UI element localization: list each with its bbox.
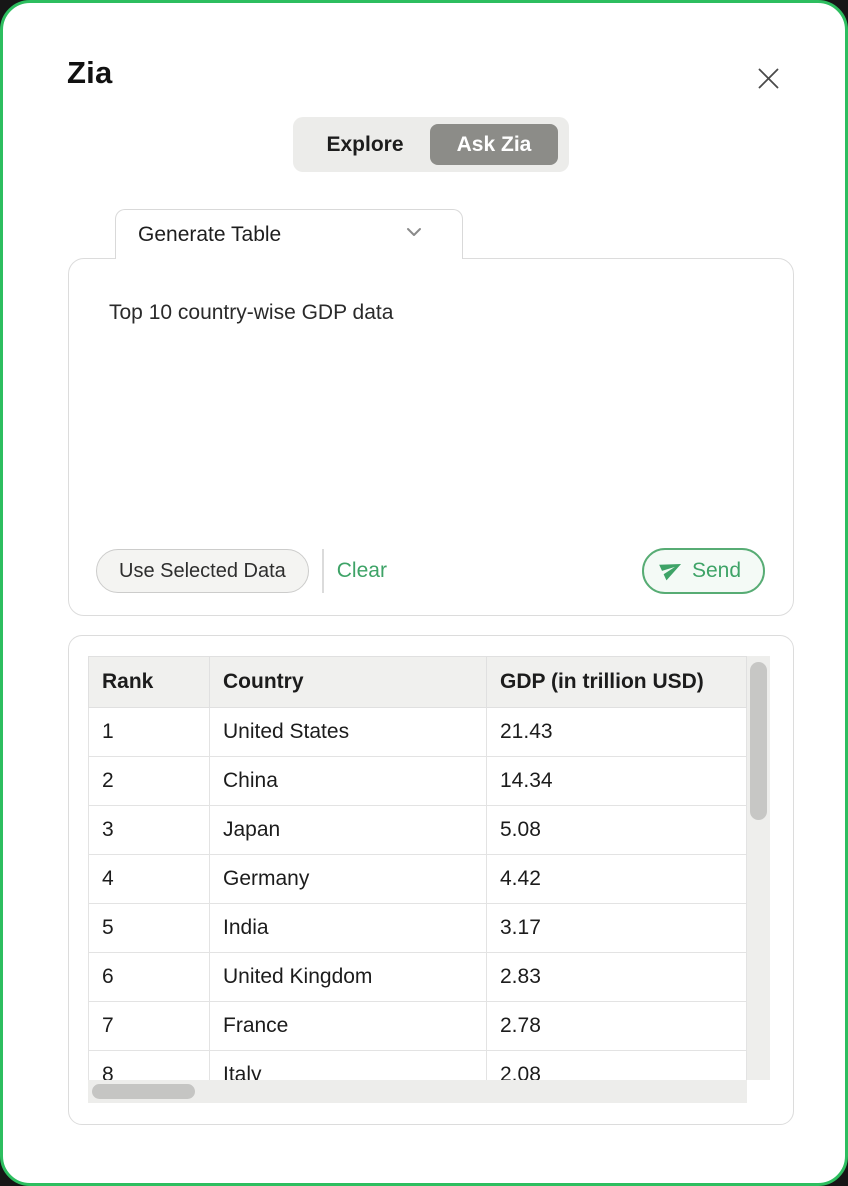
table-row: 6United Kingdom2.83 bbox=[89, 953, 747, 1002]
send-icon bbox=[660, 557, 683, 586]
table-row: 5India3.17 bbox=[89, 904, 747, 953]
result-table-container: Rank Country GDP (in trillion USD) 1Unit… bbox=[68, 635, 794, 1125]
table-row: 3Japan5.08 bbox=[89, 806, 747, 855]
table-cell: 5.08 bbox=[487, 806, 747, 855]
table-cell: China bbox=[210, 757, 487, 806]
result-table: Rank Country GDP (in trillion USD) 1Unit… bbox=[88, 656, 747, 1080]
table-cell: 2.83 bbox=[487, 953, 747, 1002]
vertical-scrollbar[interactable] bbox=[747, 656, 770, 1080]
mode-segmented-control: Explore Ask Zia bbox=[293, 117, 569, 172]
result-table-viewport: Rank Country GDP (in trillion USD) 1Unit… bbox=[88, 656, 747, 1080]
table-cell: 7 bbox=[89, 1002, 210, 1051]
horizontal-scrollbar[interactable] bbox=[88, 1080, 747, 1103]
table-row: 1United States21.43 bbox=[89, 708, 747, 757]
chevron-down-icon bbox=[402, 220, 426, 249]
table-row: 2China14.34 bbox=[89, 757, 747, 806]
table-cell: Italy bbox=[210, 1051, 487, 1081]
table-cell: 3 bbox=[89, 806, 210, 855]
table-cell: 2 bbox=[89, 757, 210, 806]
tab-explore[interactable]: Explore bbox=[300, 133, 430, 157]
clear-button[interactable]: Clear bbox=[337, 559, 387, 583]
table-cell: France bbox=[210, 1002, 487, 1051]
footer-divider bbox=[322, 549, 324, 593]
generate-table-dropdown[interactable]: Generate Table bbox=[115, 209, 463, 259]
table-cell: India bbox=[210, 904, 487, 953]
prompt-input[interactable]: Top 10 country-wise GDP data bbox=[109, 301, 393, 325]
column-header-rank: Rank bbox=[89, 657, 210, 708]
table-row: 4Germany4.42 bbox=[89, 855, 747, 904]
table-cell: United States bbox=[210, 708, 487, 757]
table-cell: 8 bbox=[89, 1051, 210, 1081]
table-cell: United Kingdom bbox=[210, 953, 487, 1002]
table-cell: 6 bbox=[89, 953, 210, 1002]
tab-ask-zia[interactable]: Ask Zia bbox=[430, 124, 558, 165]
scrollbar-corner bbox=[747, 1080, 770, 1103]
table-row: 8Italy2.08 bbox=[89, 1051, 747, 1081]
horizontal-scrollbar-thumb[interactable] bbox=[92, 1084, 195, 1099]
send-button[interactable]: Send bbox=[642, 548, 765, 594]
table-cell: Germany bbox=[210, 855, 487, 904]
prompt-box[interactable]: Top 10 country-wise GDP data Use Selecte… bbox=[68, 258, 794, 616]
close-icon bbox=[755, 65, 782, 95]
table-header-row: Rank Country GDP (in trillion USD) bbox=[89, 657, 747, 708]
send-label: Send bbox=[692, 559, 741, 583]
column-header-country: Country bbox=[210, 657, 487, 708]
use-selected-data-button[interactable]: Use Selected Data bbox=[96, 549, 309, 593]
prompt-footer: Use Selected Data Clear Send bbox=[96, 548, 765, 594]
table-cell: 2.78 bbox=[487, 1002, 747, 1051]
table-cell: 4 bbox=[89, 855, 210, 904]
close-button[interactable] bbox=[744, 56, 792, 104]
table-cell: 14.34 bbox=[487, 757, 747, 806]
table-cell: 4.42 bbox=[487, 855, 747, 904]
table-body: 1United States21.432China14.343Japan5.08… bbox=[89, 708, 747, 1081]
generate-table-label: Generate Table bbox=[138, 223, 281, 247]
table-cell: Japan bbox=[210, 806, 487, 855]
table-cell: 1 bbox=[89, 708, 210, 757]
vertical-scrollbar-thumb[interactable] bbox=[750, 662, 767, 820]
page-title: Zia bbox=[67, 55, 112, 91]
table-cell: 21.43 bbox=[487, 708, 747, 757]
column-header-gdp: GDP (in trillion USD) bbox=[487, 657, 747, 708]
table-cell: 3.17 bbox=[487, 904, 747, 953]
zia-panel: Zia Explore Ask Zia Generate Table Top 1… bbox=[0, 0, 848, 1186]
table-cell: 2.08 bbox=[487, 1051, 747, 1081]
table-cell: 5 bbox=[89, 904, 210, 953]
table-row: 7France2.78 bbox=[89, 1002, 747, 1051]
